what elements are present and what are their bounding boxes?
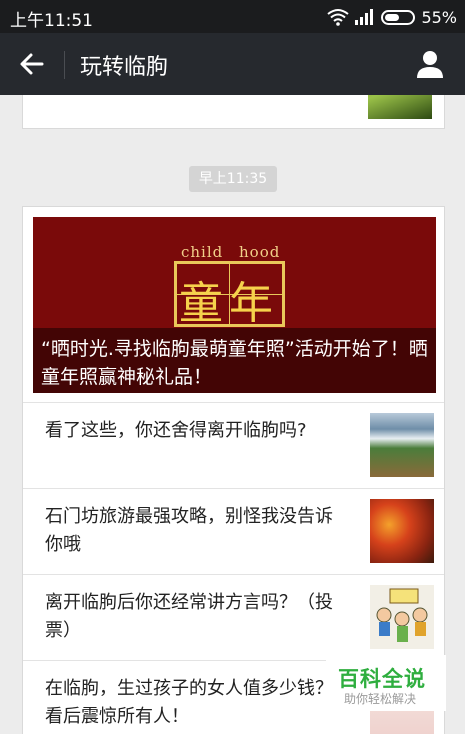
status-time: 上午11:51 [10,11,93,31]
status-bar: 上午11:51 55% [0,0,465,33]
cover-article[interactable]: child hood 童年 “晒时光.寻找临朐最萌童年照”活动开始了！晒童年照赢… [33,217,436,393]
autumn-leaves-thumbnail [370,499,434,563]
message-timestamp: 早上11:35 [189,166,277,192]
battery-icon [381,9,416,25]
waterfall-thumbnail [370,413,434,477]
article-title: 在临朐，生过孩子的女人值多少钱？看后震惊所有人！ [45,678,333,727]
cover-image-text-cn: 童年 [179,278,279,329]
article-item[interactable]: 看了这些，你还舍得离开临朐吗? [23,402,444,488]
wifi-icon [327,9,350,26]
cover-image-text-en: child [181,243,224,261]
page-title: 玩转临朐 [80,55,169,80]
previous-message-card[interactable] [22,95,445,129]
title-bar: 玩转临朐 [0,33,465,95]
watermark: 百科全说 助你轻松解决 [326,655,446,711]
battery-level: 55% [421,7,457,27]
profile-icon[interactable] [415,49,445,79]
cartoon-thumbnail [370,585,434,649]
watermark-logo-text: 百科全说 [338,667,426,691]
article-item[interactable]: 石门坊旅游最强攻略，别怪我没告诉你哦 [23,488,444,574]
article-title: 离开临朐后你还经常讲方言吗？（投票） [45,592,333,641]
article-item[interactable]: 离开临朐后你还经常讲方言吗？（投票） [23,574,444,660]
article-title: 看了这些，你还舍得离开临朐吗? [45,420,307,441]
signal-icon [355,9,374,25]
cover-article-title: “晒时光.寻找临朐最萌童年照”活动开始了！晒童年照赢神秘礼品！ [41,338,428,388]
watermark-slogan: 助你轻松解决 [344,692,417,706]
title-divider [64,51,65,79]
status-icons: 55% [327,6,457,28]
article-title: 石门坊旅游最强攻略，别怪我没告诉你哦 [45,506,333,555]
cover-image-text-en: hood [239,243,281,261]
previous-article-thumbnail [368,95,432,119]
back-arrow-icon[interactable] [18,50,46,78]
